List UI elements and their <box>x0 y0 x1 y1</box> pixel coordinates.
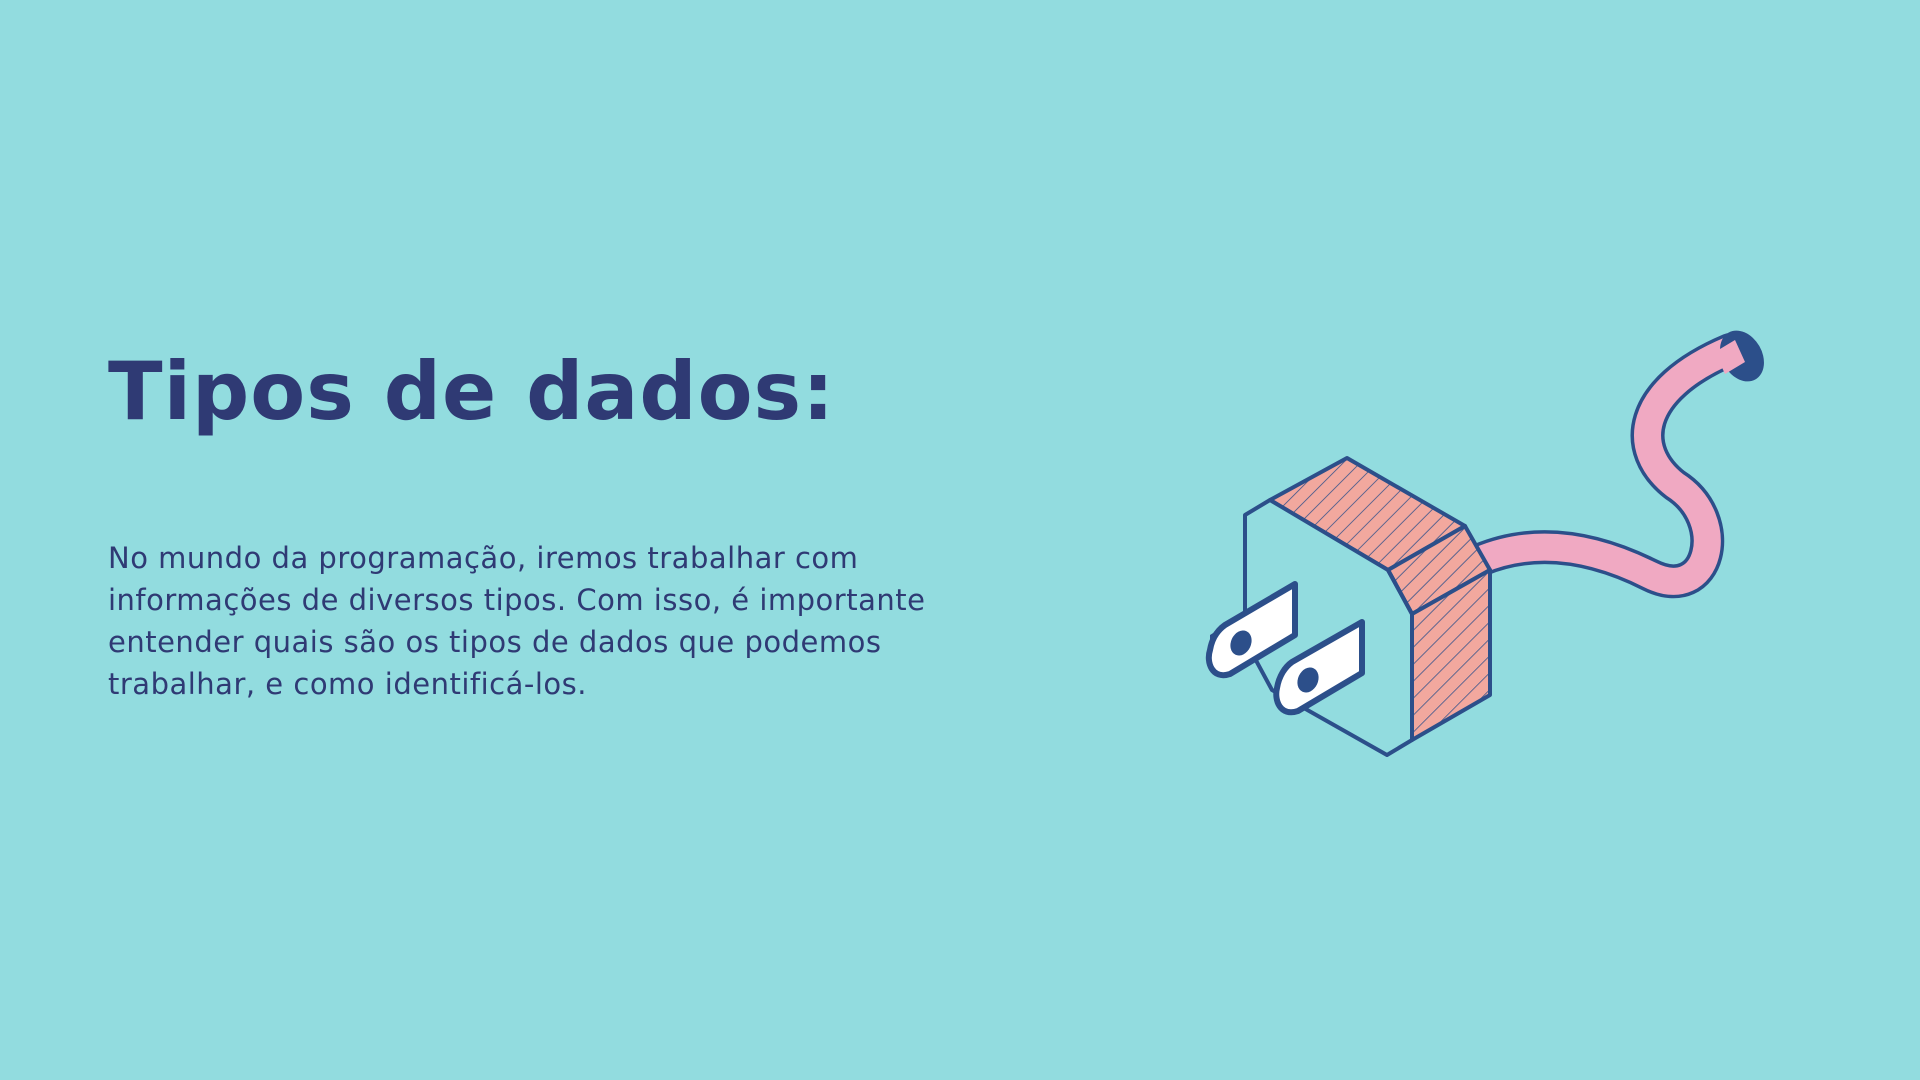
slide: Tipos de dados: No mundo da programação,… <box>0 0 1920 1080</box>
slide-title: Tipos de dados: <box>108 345 836 438</box>
slide-body-text: No mundo da programação, iremos trabalha… <box>108 541 926 701</box>
electric-plug-icon <box>1205 330 1764 757</box>
